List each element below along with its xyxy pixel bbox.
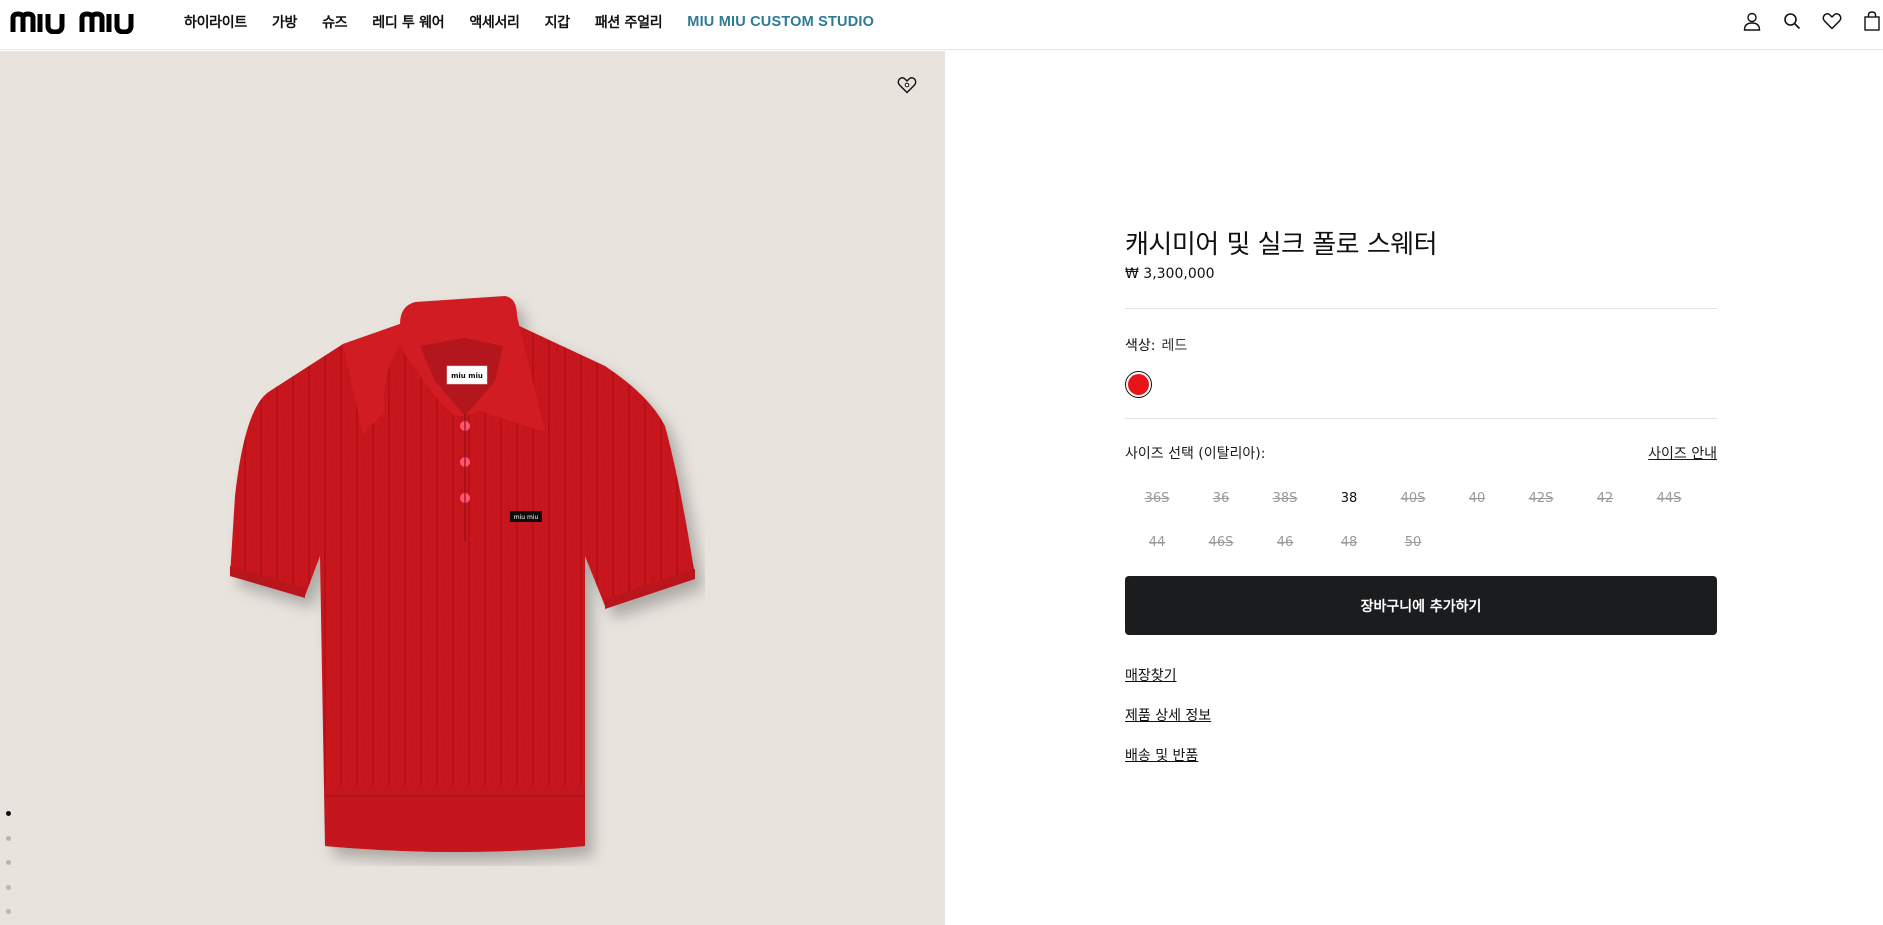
size-option[interactable]: 46 bbox=[1253, 520, 1317, 564]
swatch-fill bbox=[1128, 374, 1149, 395]
size-option[interactable]: 40S bbox=[1381, 476, 1445, 520]
gallery-pagination bbox=[6, 811, 11, 925]
shopping-bag-icon[interactable] bbox=[1861, 10, 1883, 32]
site-header: 하이라이트 가방 슈즈 레디 투 웨어 액세서리 지갑 패션 주얼리 MIU M… bbox=[0, 0, 1883, 50]
nav-accessories[interactable]: 액세서리 bbox=[469, 12, 520, 32]
svg-text:miu miu: miu miu bbox=[451, 372, 483, 380]
size-label: 사이즈 선택 (이탈리아): bbox=[1125, 446, 1266, 462]
main-nav: 하이라이트 가방 슈즈 레디 투 웨어 액세서리 지갑 패션 주얼리 MIU M… bbox=[184, 0, 899, 44]
size-options: 36S 36 38S 38 40S 40 42S 42 44S 44 46S 46 48 50 bbox=[1125, 476, 1717, 564]
header-actions bbox=[1723, 10, 1883, 32]
product-title: 캐시미어 및 실크 폴로 스웨터 bbox=[1125, 230, 1438, 260]
divider bbox=[1125, 418, 1717, 419]
product-details-link[interactable]: 제품 상세 정보 bbox=[1125, 705, 1211, 725]
nav-bags[interactable]: 가방 bbox=[272, 12, 297, 32]
size-option[interactable]: 42S bbox=[1509, 476, 1573, 520]
size-option[interactable]: 44S bbox=[1637, 476, 1701, 520]
heart-icon[interactable] bbox=[1821, 10, 1843, 32]
color-swatch-red[interactable] bbox=[1125, 371, 1152, 398]
logo-wordmark bbox=[10, 10, 134, 34]
search-icon[interactable] bbox=[1781, 10, 1803, 32]
miu-miu-logo[interactable] bbox=[10, 10, 160, 34]
size-option[interactable]: 36 bbox=[1189, 476, 1253, 520]
gallery-dot[interactable] bbox=[6, 884, 11, 890]
color-value: 레드 bbox=[1161, 338, 1188, 354]
size-option[interactable]: 50 bbox=[1381, 520, 1445, 564]
gallery-dot[interactable] bbox=[6, 811, 11, 816]
size-option[interactable]: 38 bbox=[1317, 476, 1381, 520]
svg-text:miu miu: miu miu bbox=[514, 514, 539, 521]
color-row: 색상: 레드 bbox=[1125, 335, 1187, 355]
divider bbox=[1125, 308, 1717, 309]
store-finder-link[interactable]: 매장찾기 bbox=[1125, 665, 1177, 685]
product-gallery[interactable]: miu miu miu miu bbox=[0, 51, 945, 925]
user-icon[interactable] bbox=[1741, 10, 1763, 32]
add-to-cart-button[interactable]: 장바구니에 추가하기 bbox=[1125, 576, 1717, 635]
gallery-dot[interactable] bbox=[6, 835, 11, 841]
product-price: ₩ 3,300,000 bbox=[1125, 266, 1215, 282]
size-option[interactable]: 38S bbox=[1253, 476, 1317, 520]
product-image-polo-sweater: miu miu miu miu bbox=[230, 296, 695, 852]
size-option[interactable]: 36S bbox=[1125, 476, 1189, 520]
size-option[interactable]: 46S bbox=[1189, 520, 1253, 564]
gallery-dot[interactable] bbox=[6, 909, 11, 914]
size-guide-link[interactable]: 사이즈 안내 bbox=[1648, 443, 1717, 463]
nav-ready-to-wear[interactable]: 레디 투 웨어 bbox=[372, 12, 444, 32]
nav-shoes[interactable]: 슈즈 bbox=[322, 12, 347, 32]
size-option[interactable]: 44 bbox=[1125, 520, 1189, 564]
size-header: 사이즈 선택 (이탈리아): 사이즈 안내 bbox=[1125, 443, 1717, 463]
shipping-returns-link[interactable]: 배송 및 반품 bbox=[1125, 745, 1198, 765]
size-option[interactable]: 42 bbox=[1573, 476, 1637, 520]
color-label: 색상: bbox=[1125, 338, 1156, 354]
nav-highlights[interactable]: 하이라이트 bbox=[184, 12, 247, 32]
nav-custom-studio[interactable]: MIU MIU CUSTOM STUDIO bbox=[687, 14, 874, 30]
gallery-dot[interactable] bbox=[6, 860, 11, 865]
nav-wallets[interactable]: 지갑 bbox=[545, 12, 570, 32]
size-option[interactable]: 48 bbox=[1317, 520, 1381, 564]
nav-fashion-jewelry[interactable]: 패션 주얼리 bbox=[595, 12, 663, 32]
size-option[interactable]: 40 bbox=[1445, 476, 1509, 520]
wishlist-heart-icon[interactable] bbox=[897, 76, 919, 98]
